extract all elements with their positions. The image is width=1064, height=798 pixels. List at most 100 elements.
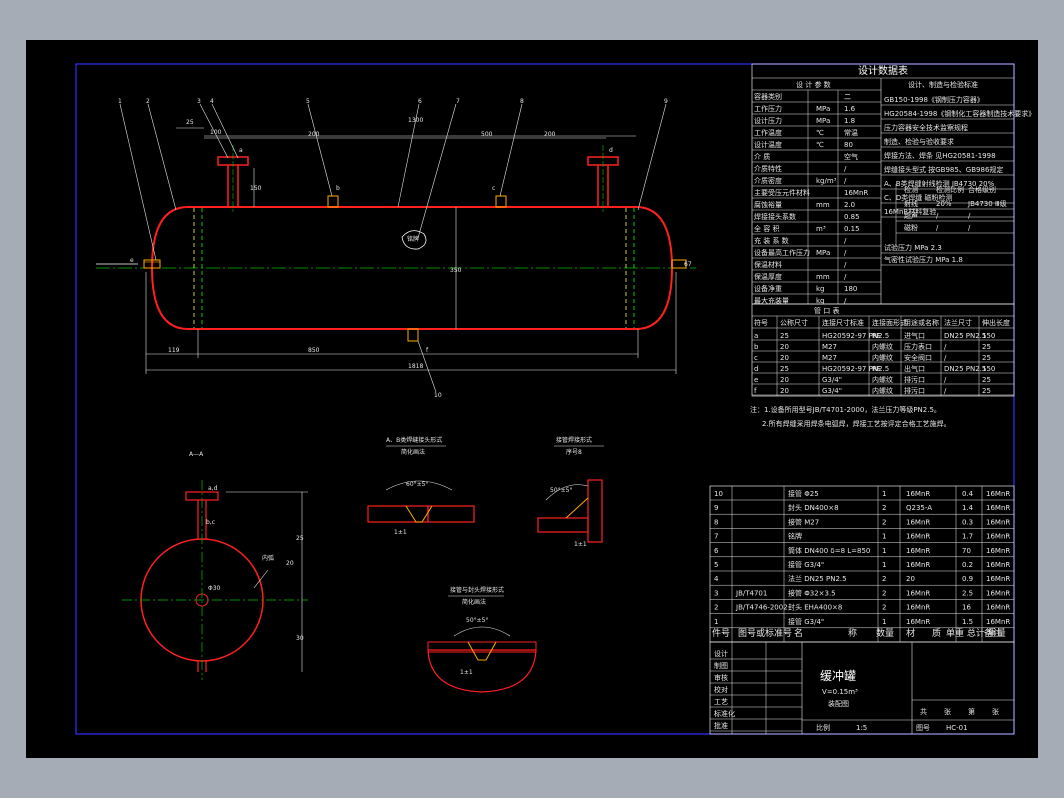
detail3-gap: 1±1 [460, 669, 473, 676]
detail1-gap: 1±1 [394, 529, 407, 536]
design-row-value: 空气 [844, 152, 858, 161]
nozzle-cell: 150 [982, 365, 995, 373]
balloon-2: 2 [146, 98, 150, 105]
nozzle-a-letter: a [239, 147, 243, 154]
parts-cell: 16MnR [906, 518, 930, 526]
parts-cell: 2.5 [962, 589, 973, 597]
design-row-value: / [844, 273, 847, 281]
design-row-value: 常温 [844, 128, 858, 137]
design-row-unit: kg/m³ [816, 177, 837, 185]
nozzle-header: 用途或名称 [904, 318, 939, 327]
nozzle-cell: d [754, 365, 758, 373]
parts-cell: 16MnR [906, 490, 930, 498]
parts-header-cell: 件号 [712, 627, 730, 639]
parts-cell: Q235-A [906, 504, 932, 512]
title-role: 设计 [714, 649, 728, 658]
nozzle-cell: 25 [982, 387, 991, 395]
parts-cell: 16MnR [986, 604, 1010, 612]
test-cell: JB4730 Ⅲ级 [967, 199, 1007, 208]
dim-500: 500 [481, 131, 493, 138]
title-role: 批准 [714, 721, 728, 730]
parts-cell: 0.9 [962, 575, 973, 583]
design-row-value: 1.6 [844, 105, 856, 113]
balloon-1: 1 [118, 98, 122, 105]
sheet-1: 共 [920, 707, 927, 716]
parts-cell: 20 [906, 575, 915, 583]
parts-cell: 16MnR [906, 604, 930, 612]
test-header: 合格级别 [968, 185, 996, 194]
nozzle-cell: DN25 PN2.5 [944, 332, 986, 340]
dim-1818: 1818 [408, 363, 423, 370]
dim-119: 119 [168, 347, 180, 354]
balloon-10: 10 [434, 392, 442, 399]
parts-header-cell: 名 [794, 627, 803, 639]
nozzle-cell: 25 [982, 343, 991, 351]
title-name: 缓冲罐 [820, 668, 856, 683]
nozzle-cell: c [754, 354, 758, 362]
design-row-value: 0.15 [844, 225, 860, 233]
design-row-value: 0.85 [844, 213, 860, 221]
balloon-3: 3 [197, 98, 201, 105]
design-row-value: 180 [844, 285, 857, 293]
drawing-frame [75, 63, 1015, 735]
nozzle-cell: 排污口 [904, 375, 925, 384]
detail1-subtitle: 简化画法 [401, 448, 425, 456]
parts-header-cell: 图号或标准号 [738, 627, 792, 639]
design-row-value: / [844, 249, 847, 257]
note-2: 2.所有焊缝采用焊条电弧焊，焊接工艺按评定合格工艺施焊。 [762, 419, 951, 428]
title-role: 制图 [714, 661, 728, 670]
parts-cell: 9 [714, 504, 718, 512]
design-row-value: 1.8 [844, 117, 855, 125]
balloon-5: 5 [306, 98, 310, 105]
design-row-label: 容器类别 [754, 92, 782, 101]
section-label-bc: b,c [206, 519, 215, 526]
nozzle-cell: 25 [780, 365, 789, 373]
drawing-no-label: 图号 [916, 724, 930, 732]
nozzle-cell: / [944, 354, 947, 362]
section-center: Φ30 [208, 585, 221, 592]
title-role: 校对 [714, 685, 728, 694]
parts-cell: 接管 G3/4" [788, 617, 824, 626]
parts-cell: 铭牌 [788, 532, 802, 541]
nozzle-cell: DN25 PN2.5 [944, 365, 986, 373]
parts-cell: 8 [714, 518, 718, 526]
nozzle-cell: a [754, 332, 758, 340]
test-header: 检测 [904, 185, 918, 194]
design-row-label: 设计温度 [754, 140, 782, 149]
dim-300: 200 [544, 131, 556, 138]
dim-150: 150 [250, 185, 262, 192]
parts-cell: 接管 M27 [788, 517, 819, 526]
design-table-title: 设计数据表 [858, 64, 908, 77]
design-header-standards: 设计、制造与检验标准 [908, 80, 978, 89]
dim-350: 350 [450, 267, 462, 274]
dim-850: 850 [308, 347, 320, 354]
parts-cell: 16MnR [906, 589, 930, 597]
nozzle-cell: 内螺纹 [872, 375, 893, 384]
nozzle-header: 连接面形式 [872, 318, 907, 327]
nozzle-cell: / [944, 343, 947, 351]
design-row-unit: ℃ [816, 129, 824, 137]
sheet-3: 第 [968, 707, 975, 716]
design-row-label: 设备净重 [754, 284, 782, 293]
design-row-unit: kg [816, 285, 825, 293]
detail3-title: 接管与封头焊接形式 [450, 586, 504, 594]
design-row-label: 保温材料 [754, 260, 782, 269]
parts-cell: 16MnR [986, 547, 1010, 555]
design-row-value: 16MnR [844, 189, 868, 197]
parts-cell: 16MnR [906, 561, 930, 569]
parts-cell: 封头 EHA400×8 [788, 603, 842, 612]
parts-cell: JB/T4746-2002 [735, 604, 788, 612]
nozzle-cell: RF [872, 332, 881, 340]
parts-cell: 0.3 [962, 518, 973, 526]
nozzle-cell: 压力表口 [904, 342, 932, 351]
section-dim1: 25 [296, 535, 304, 542]
nozzle-header: 法兰尺寸 [944, 318, 972, 327]
dim-25: 25 [186, 119, 194, 126]
parts-list: 10 接管 Φ25 1 16MnR 0.4 16MnR 9 封头 DN400×8 2 Q235-A… [709, 485, 1015, 643]
detail3-subtitle: 简化画法 [462, 598, 486, 606]
main-view: 铭牌 e 67 a d b c f 100 200 1300 500 200 2… [96, 98, 696, 399]
nozzle-cell: 排污口 [904, 386, 925, 395]
parts-cell: 筒体 DN400 δ=8 L=850 [788, 546, 870, 555]
nozzle-cell: 20 [780, 354, 789, 362]
nozzle-cell: G3/4" [822, 387, 842, 395]
